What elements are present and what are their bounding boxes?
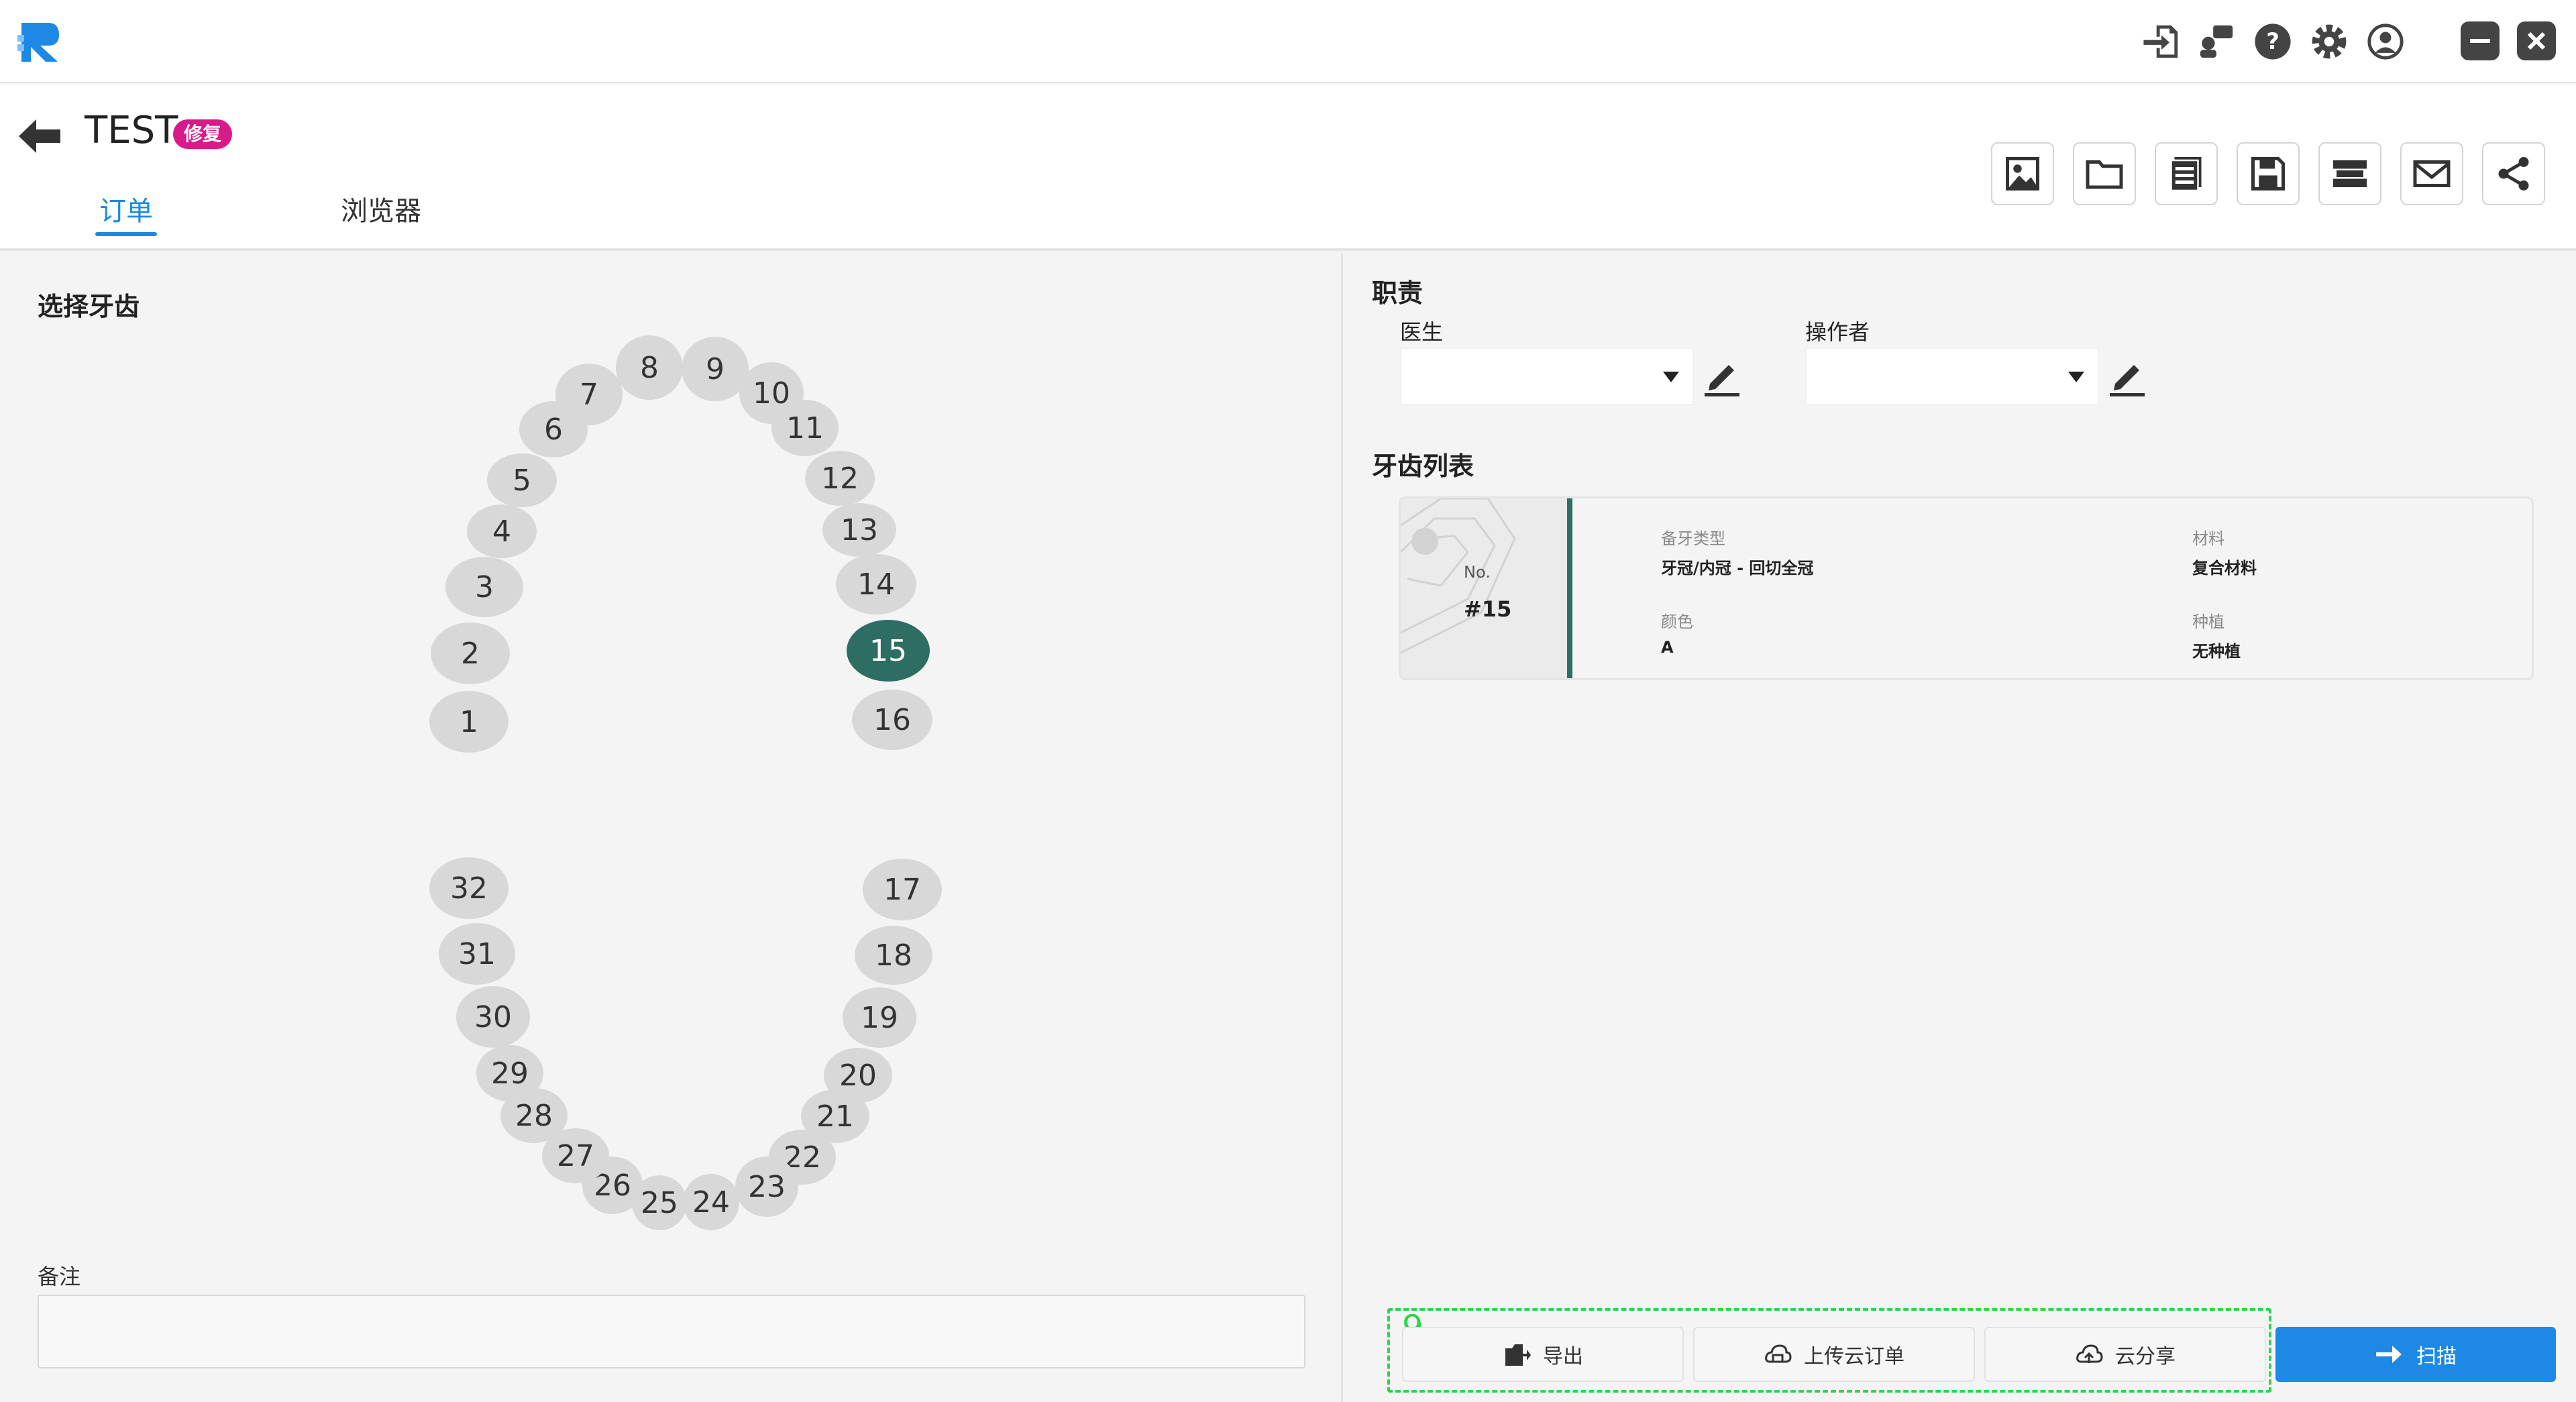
active-tab-indicator (95, 232, 157, 236)
case-type-badge: 修复 (173, 119, 233, 149)
email-button[interactable] (2400, 142, 2463, 205)
tooth-13[interactable]: 13 (822, 503, 896, 557)
tooth-19[interactable]: 19 (843, 987, 916, 1048)
tooth-number-label: No. (1464, 563, 1491, 582)
title-bar: ? (0, 0, 2576, 83)
tooth-9[interactable]: 9 (682, 337, 749, 401)
dropdown-caret-icon (1663, 372, 1679, 382)
export-button[interactable]: 导出 (1402, 1327, 1684, 1382)
edit-doctor-icon[interactable] (1701, 354, 1742, 398)
tooth-29[interactable]: 29 (476, 1045, 543, 1101)
image-button[interactable] (1991, 142, 2054, 205)
minimize-button[interactable] (2461, 21, 2500, 60)
cloud-share-button[interactable]: 云分享 (1984, 1327, 2266, 1382)
account-icon[interactable] (2364, 20, 2407, 63)
details-button[interactable] (2155, 142, 2218, 205)
dropdown-caret-icon (2068, 372, 2084, 382)
close-button[interactable] (2517, 21, 2556, 60)
tooth-15[interactable]: 15 (847, 620, 930, 682)
tooth-32[interactable]: 32 (429, 857, 508, 919)
tooth-pattern-icon (1401, 498, 1516, 654)
tooth-31[interactable]: 31 (439, 923, 515, 985)
implant-value: 无种植 (2192, 642, 2241, 661)
notes-field[interactable] (38, 1295, 1305, 1368)
tooth-2[interactable]: 2 (431, 623, 510, 684)
cloud-upload-icon (1765, 1344, 1792, 1363)
folder-icon (2086, 160, 2123, 189)
select-teeth-title: 选择牙齿 (38, 292, 140, 321)
share-button[interactable] (2482, 142, 2545, 205)
tooth-4[interactable]: 4 (467, 504, 537, 558)
material-label: 材料 (2192, 529, 2224, 548)
tooth-17[interactable]: 17 (863, 859, 942, 920)
case-title: TEST (85, 109, 178, 152)
tooth-16[interactable]: 16 (852, 690, 932, 750)
tooth-card-accent (1567, 498, 1572, 678)
import-icon[interactable] (2140, 20, 2183, 63)
back-arrow-icon[interactable] (15, 111, 64, 161)
tooth-list-item[interactable]: No. #15 备牙类型 牙冠/内冠 - 回切全冠 颜色 A 材料 复合材料 种… (1399, 496, 2534, 680)
save-icon (2251, 157, 2285, 191)
shade-label: 颜色 (1661, 612, 1693, 631)
tooth-list-title: 牙齿列表 (1372, 451, 1474, 481)
image-icon (2006, 157, 2039, 191)
tooth-12[interactable]: 12 (805, 451, 875, 506)
upload-cloud-order-button[interactable]: 上传云订单 (1693, 1327, 1975, 1382)
tooth-24[interactable]: 24 (683, 1174, 739, 1230)
tooth-14[interactable]: 14 (836, 554, 916, 614)
implant-label: 种植 (2192, 612, 2224, 631)
scan-label: 扫描 (2416, 1345, 2457, 1368)
operator-label: 操作者 (1805, 319, 1870, 345)
responsibility-title: 职责 (1372, 278, 1424, 308)
jaw-icon (2333, 160, 2367, 187)
export-label: 导出 (1543, 1345, 1583, 1368)
tooth-1[interactable]: 1 (429, 691, 508, 753)
svg-text:?: ? (2266, 28, 2279, 54)
material-value: 复合材料 (2192, 559, 2257, 578)
tooth-18[interactable]: 18 (855, 926, 932, 985)
tab-browser[interactable]: 浏览器 (341, 189, 421, 228)
save-button[interactable] (2237, 142, 2300, 205)
tooth-5[interactable]: 5 (487, 453, 557, 507)
open-folder-button[interactable] (2073, 142, 2136, 205)
tooth-23[interactable]: 23 (735, 1156, 798, 1217)
tooth-30[interactable]: 30 (456, 986, 530, 1048)
scanner-button[interactable] (2318, 142, 2381, 205)
prep-type-label: 备牙类型 (1661, 529, 1725, 548)
order-details-panel: 职责 医生 操作者 牙齿列表 No. #15 备牙类型 牙冠/内冠 - 回切全冠… (1345, 254, 2576, 1402)
export-icon (1505, 1344, 1531, 1366)
gear-icon[interactable] (2308, 20, 2351, 63)
order-header: TEST 修复 订单 浏览器 (0, 85, 2576, 251)
operator-select[interactable] (1805, 347, 2099, 405)
arrow-right-icon (2376, 1346, 2402, 1363)
notes-label: 备注 (38, 1264, 81, 1289)
share-label: 云分享 (2115, 1345, 2176, 1368)
tooth-3[interactable]: 3 (445, 557, 523, 617)
share-icon (2498, 157, 2529, 191)
tab-order[interactable]: 订单 (99, 189, 153, 228)
tooth-selection-panel: 选择牙齿 1 2 3 4 5 6 7 8 9 10 11 12 13 14 15 16 17 18 19 20 21 22… (0, 254, 1343, 1402)
prep-type-value: 牙冠/内冠 - 回切全冠 (1661, 559, 1814, 578)
mail-icon (2413, 160, 2451, 187)
tooth-7[interactable]: 7 (555, 364, 623, 425)
tooth-card-badge: No. #15 (1401, 498, 1567, 678)
document-list-icon (2170, 157, 2202, 192)
tooth-number-value: #15 (1464, 596, 1512, 622)
upload-label: 上传云订单 (1804, 1345, 1904, 1368)
doctor-select[interactable] (1400, 347, 1694, 405)
cloud-share-icon (2076, 1344, 2103, 1363)
edit-operator-icon[interactable] (2106, 354, 2147, 398)
devices-icon[interactable] (2195, 20, 2238, 63)
help-icon[interactable]: ? (2251, 20, 2294, 63)
scan-button[interactable]: 扫描 (2275, 1327, 2556, 1382)
shade-value: A (1661, 638, 1674, 657)
app-logo (17, 19, 64, 66)
tooth-11[interactable]: 11 (771, 400, 839, 456)
tooth-8[interactable]: 8 (616, 335, 683, 400)
doctor-label: 医生 (1400, 319, 1444, 345)
